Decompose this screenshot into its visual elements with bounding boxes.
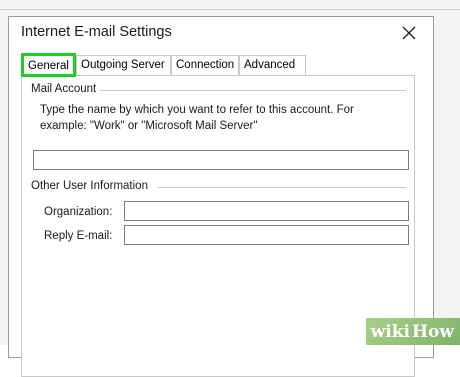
- other-user-info-divider: [158, 187, 406, 188]
- account-name-input[interactable]: [33, 150, 409, 170]
- tab-connection[interactable]: Connection: [171, 55, 239, 75]
- reply-email-input[interactable]: [124, 225, 409, 245]
- close-icon: [402, 26, 416, 40]
- window-edge-line: [0, 9, 460, 10]
- wikihow-watermark: wiki How: [366, 318, 460, 345]
- dialog-title: Internet E-mail Settings: [21, 24, 172, 40]
- mail-account-description-line1: Type the name by which you want to refer…: [40, 104, 354, 116]
- tab-general[interactable]: General: [21, 53, 76, 77]
- general-tab-panel: Mail Account Type the name by which you …: [21, 75, 415, 377]
- reply-email-label: Reply E-mail:: [44, 230, 113, 242]
- internet-email-settings-dialog: Internet E-mail Settings General Outgoin…: [8, 16, 434, 377]
- mail-account-heading: Mail Account: [31, 83, 101, 95]
- watermark-how-text: How: [411, 321, 454, 342]
- organization-input[interactable]: [124, 201, 409, 221]
- mail-account-divider: [98, 90, 406, 91]
- tab-outgoing-server[interactable]: Outgoing Server: [76, 55, 171, 75]
- watermark-wiki-text: wiki: [370, 321, 410, 342]
- organization-label: Organization:: [44, 206, 113, 218]
- close-button[interactable]: [393, 19, 425, 47]
- title-bar: Internet E-mail Settings: [9, 17, 433, 51]
- other-user-info-heading: Other User Information: [31, 180, 152, 192]
- mail-account-description-line2: example: "Work" or "Microsoft Mail Serve…: [40, 120, 258, 132]
- tab-advanced[interactable]: Advanced: [239, 55, 306, 75]
